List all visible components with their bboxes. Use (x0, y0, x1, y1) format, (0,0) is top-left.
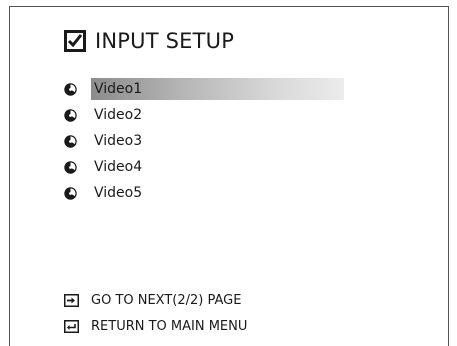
page-header: INPUT SETUP (64, 29, 234, 53)
next-page-button[interactable]: GO TO NEXT(2/2) PAGE (64, 289, 247, 311)
input-item-video5[interactable]: Video5 (64, 181, 344, 205)
input-item-video2[interactable]: Video2 (64, 103, 344, 127)
input-source-icon (64, 186, 77, 200)
input-source-icon (64, 82, 77, 96)
next-page-label: GO TO NEXT(2/2) PAGE (91, 292, 242, 308)
input-item-video3[interactable]: Video3 (64, 129, 344, 153)
footer-nav: GO TO NEXT(2/2) PAGE RETURN TO MAIN MENU (64, 289, 247, 341)
input-label: Video5 (94, 185, 143, 201)
input-item-video1[interactable]: Video1 (64, 77, 344, 101)
return-main-button[interactable]: RETURN TO MAIN MENU (64, 315, 247, 337)
page-title: INPUT SETUP (95, 29, 235, 53)
input-source-icon (64, 160, 77, 174)
input-label: Video3 (94, 133, 143, 149)
input-label: Video1 (91, 78, 344, 100)
input-source-icon (64, 134, 77, 148)
input-source-icon (64, 108, 77, 122)
return-main-label: RETURN TO MAIN MENU (91, 318, 248, 334)
input-item-video4[interactable]: Video4 (64, 155, 344, 179)
return-icon (64, 319, 79, 333)
input-list: Video1 Video2 Video3 Video4 Video5 (64, 77, 344, 207)
input-label: Video4 (94, 159, 143, 175)
checkbox-icon (64, 30, 86, 52)
input-label: Video2 (94, 107, 143, 123)
arrow-right-icon (64, 293, 79, 307)
